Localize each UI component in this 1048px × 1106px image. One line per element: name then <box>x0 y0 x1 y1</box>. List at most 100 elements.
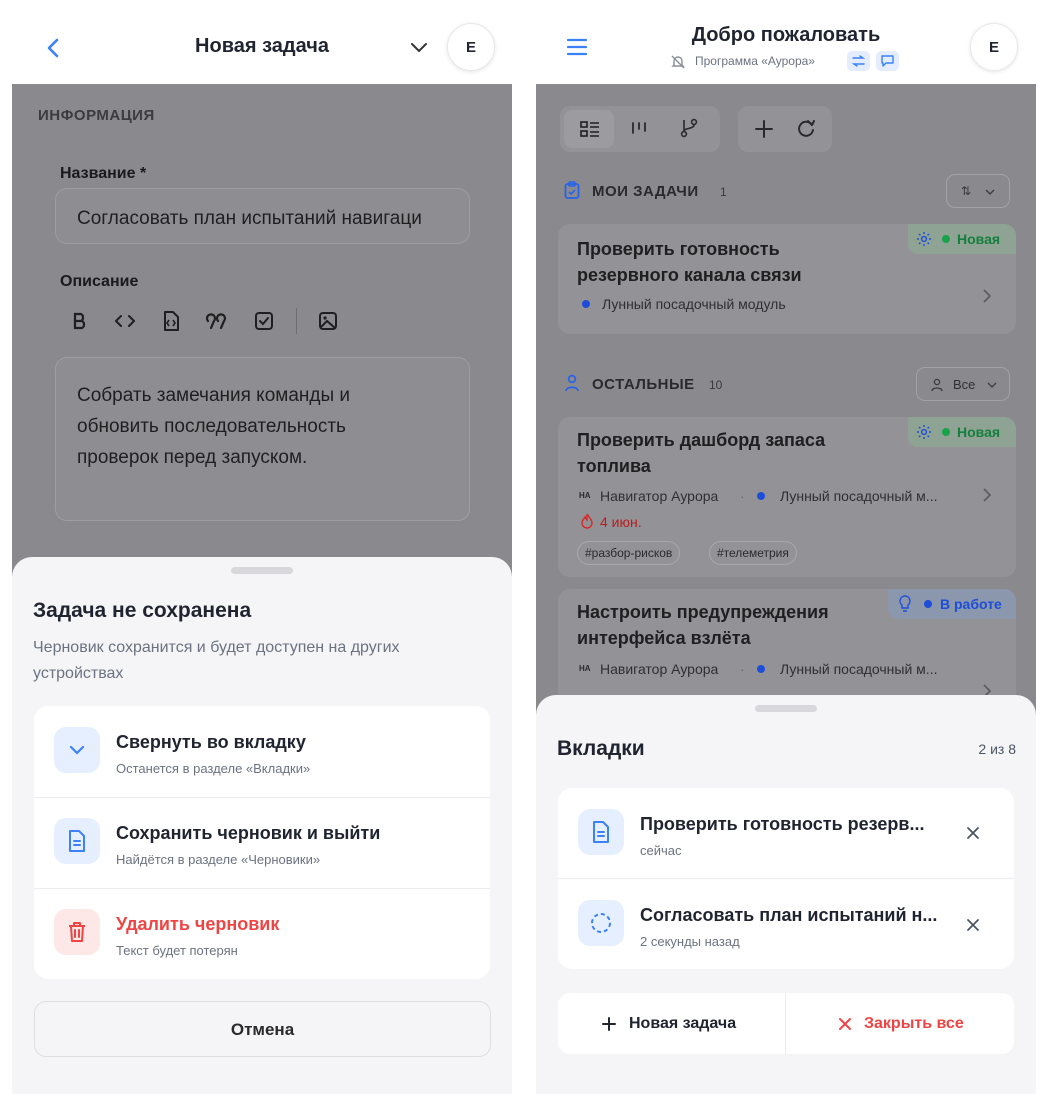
welcome-title: Добро пожаловать <box>691 24 881 46</box>
document-icon <box>593 821 609 843</box>
dashboard-screen: Добро пожаловать Программа «Аурора» E МО… <box>536 0 1036 1094</box>
task-title: Настроить предупреждения интерфейса взлё… <box>577 602 829 648</box>
status-label: Новая <box>957 424 1001 440</box>
tab-time: 2 секунды назад <box>640 934 740 949</box>
avatar[interactable]: E <box>447 23 495 71</box>
collapse-icon-wrap <box>54 727 100 773</box>
board-view-icon[interactable] <box>630 120 648 136</box>
list-view-button[interactable] <box>564 110 614 148</box>
chevron-down-icon <box>985 189 995 195</box>
description-editor[interactable]: Собрать замечания команды и обновить пос… <box>55 357 470 521</box>
due-date: 4 июн. <box>600 514 642 530</box>
status-label: Новая <box>957 231 1001 247</box>
tab-title: Согласовать план испытаний н... <box>640 905 938 925</box>
close-all-label: Закрыть все <box>864 1015 964 1032</box>
tab-time: сейчас <box>640 843 682 858</box>
user-icon <box>565 374 579 392</box>
my-tasks-label: МОИ ЗАДАЧИ <box>592 183 699 200</box>
task-card[interactable]: Проверить готовность резервного канала с… <box>558 224 1016 334</box>
swap-icon <box>852 55 865 67</box>
plus-icon <box>602 1017 616 1031</box>
task-card[interactable]: Проверить дашборд запаса топлива Новая Н… <box>558 417 1016 577</box>
chevron-down-icon[interactable] <box>410 42 428 54</box>
code-block-icon[interactable] <box>162 310 180 332</box>
cancel-label: Отмена <box>230 1020 295 1039</box>
branch-view-icon[interactable] <box>680 118 698 138</box>
refresh-icon[interactable] <box>796 119 816 139</box>
option-title: Удалить черновик <box>116 914 280 934</box>
bold-icon[interactable] <box>72 312 88 330</box>
plus-icon[interactable] <box>754 119 774 139</box>
unsaved-task-sheet: Задача не сохранена Черновик сохранится … <box>12 557 512 1094</box>
editor-toolbar <box>60 302 360 340</box>
close-icon[interactable] <box>966 826 980 840</box>
close-icon[interactable] <box>966 918 980 932</box>
sheet-grabber[interactable] <box>755 705 817 712</box>
tag[interactable]: #разбор-рисков <box>577 541 681 565</box>
document-icon-wrap <box>54 818 100 864</box>
quote-icon[interactable] <box>206 312 228 330</box>
page-title: Новая задача <box>195 35 329 57</box>
status-badge: Новая <box>908 417 1016 447</box>
open-tabs-list: Проверить готовность резерв... сейчас Со… <box>558 788 1014 969</box>
cancel-button[interactable]: Отмена <box>34 1001 491 1057</box>
status-badge: В работе <box>888 589 1016 619</box>
code-icon[interactable] <box>114 313 136 329</box>
chat-button[interactable] <box>876 51 899 71</box>
others-count: 10 <box>709 378 723 392</box>
document-icon <box>69 830 85 852</box>
module-dot <box>757 665 765 673</box>
dialog-title: Задача не сохранена <box>33 599 252 622</box>
tabs-actions: Новая задача Закрыть все <box>558 993 1014 1054</box>
task-module: Лунный посадочный м... <box>780 488 938 504</box>
program-line: Программа «Аурора» <box>670 51 910 71</box>
top-bar: Добро пожаловать Программа «Аурора» E <box>536 0 1036 84</box>
chevron-down-icon <box>69 745 85 755</box>
document-icon-wrap <box>578 809 624 855</box>
close-icon <box>839 1018 851 1030</box>
chevron-right-icon <box>983 488 992 502</box>
tab-title: Проверить готовность резерв... <box>640 814 925 834</box>
program-name: Программа «Аурора» <box>695 54 815 68</box>
option-save-draft[interactable]: Сохранить черновик и выйти Найдётся в ра… <box>34 798 490 888</box>
separator-dot: · <box>740 661 745 677</box>
avatar[interactable]: E <box>970 23 1018 71</box>
dialog-options: Свернуть во вкладку Останется в разделе … <box>34 706 490 979</box>
option-delete-draft[interactable]: Удалить черновик Текст будет потерян <box>34 889 490 979</box>
task-assignee: Навигатор Аурора <box>600 661 719 677</box>
open-tab[interactable]: Проверить готовность резерв... сейчас <box>558 788 1014 878</box>
draft-icon-wrap <box>578 900 624 946</box>
new-task-button[interactable]: Новая задача <box>558 993 785 1054</box>
option-title: Свернуть во вкладку <box>116 732 306 752</box>
tabs-title: Вкладки <box>557 737 645 760</box>
checkbox-icon[interactable] <box>254 311 274 331</box>
section-label: ИНФОРМАЦИЯ <box>38 107 155 124</box>
chevron-down-icon <box>987 382 997 388</box>
task-title: Проверить готовность резервного канала с… <box>577 239 802 285</box>
top-bar: Новая задача E <box>12 0 512 84</box>
toolbar-divider <box>296 308 297 334</box>
assignee-initials: НА <box>579 491 591 500</box>
image-icon[interactable] <box>318 311 338 331</box>
gear-icon <box>917 232 931 246</box>
my-tasks-count: 1 <box>720 185 727 199</box>
option-subtitle: Текст будет потерян <box>116 943 238 958</box>
sort-button[interactable]: ⇅ <box>946 174 1010 208</box>
tag[interactable]: #телеметрия <box>709 541 797 565</box>
status-dot <box>942 428 950 436</box>
user-icon <box>931 378 943 392</box>
close-all-button[interactable]: Закрыть все <box>786 993 1014 1054</box>
assignee-filter[interactable]: Все <box>916 367 1010 401</box>
module-dot <box>582 300 590 308</box>
option-subtitle: Найдётся в разделе «Черновики» <box>116 852 321 867</box>
view-switcher <box>560 106 720 152</box>
option-collapse[interactable]: Свернуть во вкладку Останется в разделе … <box>34 706 490 797</box>
switch-program-button[interactable] <box>847 51 870 71</box>
sheet-grabber[interactable] <box>231 567 293 574</box>
description-text: Собрать замечания команды и обновить пос… <box>77 385 351 468</box>
filter-label: Все <box>953 377 976 392</box>
clipboard-icon <box>564 181 580 199</box>
fire-icon <box>581 513 593 529</box>
open-tab[interactable]: Согласовать план испытаний н... 2 секунд… <box>558 879 1014 969</box>
name-field[interactable]: Согласовать план испытаний навигаци <box>55 188 470 244</box>
